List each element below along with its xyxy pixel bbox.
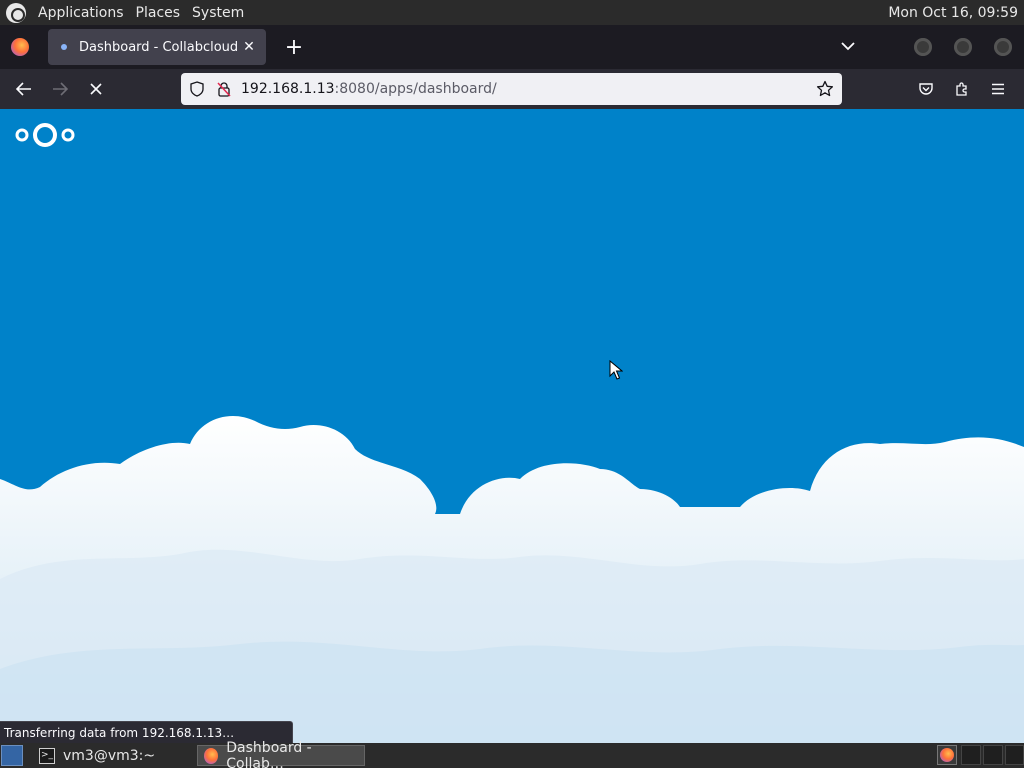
applications-menu[interactable]: Applications: [32, 0, 130, 25]
tab-close-icon[interactable]: ✕: [242, 40, 256, 54]
taskbar-item-firefox[interactable]: Dashboard - Collab…: [197, 740, 365, 768]
applications-menu-label: Applications: [38, 4, 124, 21]
taskbar-item-terminal-label: vm3@vm3:~: [63, 747, 156, 764]
firefox-icon: [940, 748, 954, 762]
pocket-button[interactable]: [908, 73, 944, 105]
close-window-button[interactable]: [994, 38, 1012, 56]
insecure-lock-icon[interactable]: [217, 81, 231, 97]
terminal-icon: >_: [39, 747, 55, 764]
tab-bar: Dashboard - Collabcloud ✕ +: [0, 25, 1024, 69]
places-menu-label: Places: [135, 4, 181, 21]
list-all-tabs-button[interactable]: [838, 39, 858, 55]
app-menu-button[interactable]: [980, 73, 1016, 105]
back-button[interactable]: [6, 73, 42, 105]
star-icon[interactable]: [816, 80, 834, 98]
url-bar[interactable]: 192.168.1.13:8080/apps/dashboard/: [181, 73, 842, 105]
arrow-right-icon: [53, 82, 68, 96]
toolbar-right: [908, 73, 1016, 105]
forward-button[interactable]: [42, 73, 78, 105]
system-menu-label: System: [192, 4, 245, 21]
distro-logo-icon[interactable]: [6, 2, 26, 23]
page-content[interactable]: [0, 109, 1024, 743]
nextcloud-logo[interactable]: [14, 121, 76, 149]
navigation-toolbar: 192.168.1.13:8080/apps/dashboard/: [0, 69, 1024, 109]
workspace-3[interactable]: [1005, 745, 1024, 765]
taskbar-item-firefox-label: Dashboard - Collab…: [226, 739, 312, 768]
hamburger-icon: [992, 83, 1004, 95]
maximize-window-button[interactable]: [954, 38, 972, 56]
show-desktop-button[interactable]: [1, 745, 23, 766]
tray-firefox-launcher[interactable]: [937, 745, 957, 765]
taskbar-item-terminal[interactable]: >_ vm3@vm3:~: [33, 745, 193, 766]
firefox-icon: [204, 747, 219, 764]
shield-icon[interactable]: [189, 81, 205, 97]
top-panel: Applications Places System Mon Oct 16, 0…: [0, 0, 1024, 25]
tab-loading-icon: [61, 44, 67, 50]
minimize-window-button[interactable]: [914, 38, 932, 56]
bottom-taskbar: >_ vm3@vm3:~ Dashboard - Collab…: [0, 740, 1024, 768]
chevron-down-icon: [841, 42, 855, 51]
system-menu[interactable]: System: [186, 0, 250, 25]
firefox-view-icon[interactable]: [11, 38, 29, 56]
extensions-button[interactable]: [944, 73, 980, 105]
mouse-pointer-icon: [609, 360, 623, 380]
close-icon: [90, 83, 102, 95]
stop-button[interactable]: [78, 73, 114, 105]
places-menu[interactable]: Places: [130, 0, 187, 25]
url-path: :8080/apps/dashboard/: [334, 81, 497, 97]
url-host: 192.168.1.13: [241, 81, 335, 97]
tab-dashboard[interactable]: Dashboard - Collabcloud ✕: [48, 29, 266, 65]
panel-clock[interactable]: Mon Oct 16, 09:59: [888, 5, 1024, 21]
cloud-background: [0, 415, 1024, 743]
tab-title: Dashboard - Collabcloud: [79, 39, 239, 55]
new-tab-button[interactable]: +: [284, 35, 304, 60]
arrow-left-icon: [16, 82, 31, 96]
workspace-2[interactable]: [983, 745, 1003, 765]
workspace-1[interactable]: [961, 745, 981, 765]
puzzle-icon: [956, 82, 967, 96]
pocket-icon: [919, 83, 933, 95]
